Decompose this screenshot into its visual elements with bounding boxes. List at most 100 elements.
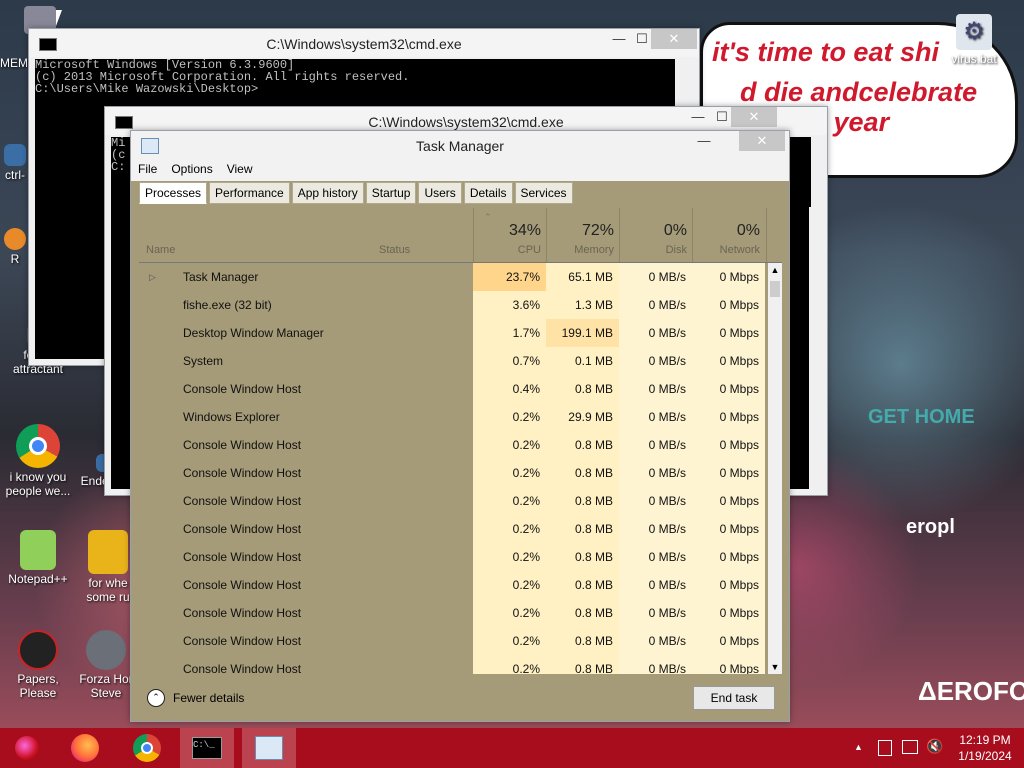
table-row[interactable]: Windows Explorer 0.2% 29.9 MB 0 MB/s 0 Mbps (139, 403, 771, 431)
tab-performance[interactable]: Performance (209, 182, 290, 204)
chrome-icon (133, 734, 161, 762)
expand-arrow-icon[interactable] (149, 627, 169, 655)
end-task-button[interactable]: End task (693, 686, 775, 710)
tab-details[interactable]: Details (463, 182, 513, 204)
task-manager-window[interactable]: Task Manager — ✕ File Options View Process… (130, 130, 790, 722)
table-row[interactable]: fishe.exe (32 bit) 3.6% 1.3 MB 0 MB/s 0 Mbps (139, 291, 771, 319)
table-row[interactable]: Console Window Host 0.2% 0.8 MB 0 MB/s 0 Mbp… (139, 543, 771, 571)
expand-arrow-icon[interactable] (149, 571, 169, 599)
scroll-down-icon[interactable]: ▼ (768, 660, 782, 674)
titlebar[interactable]: C:\Windows\system32\cmd.exe — ☐ ✕ (29, 29, 699, 57)
show-hidden-icons-icon[interactable]: ▲ (854, 742, 863, 752)
titlebar[interactable]: Task Manager — ✕ (131, 131, 789, 159)
column-status[interactable]: Status (371, 208, 473, 262)
expand-arrow-icon[interactable] (149, 375, 169, 403)
process-status (371, 319, 473, 347)
expand-arrow-icon[interactable] (149, 431, 169, 459)
scroll-up-icon[interactable]: ▲ (768, 263, 782, 277)
close-button[interactable]: ✕ (731, 107, 777, 127)
table-row[interactable]: Console Window Host 0.2% 0.8 MB 0 MB/s 0 Mbp… (139, 459, 771, 487)
taskbar-task-manager[interactable] (242, 728, 296, 768)
start-button[interactable] (0, 728, 54, 768)
table-row[interactable]: Console Window Host 0.2% 0.8 MB 0 MB/s 0 Mbp… (139, 571, 771, 599)
menu-options[interactable]: Options (164, 159, 219, 179)
expand-arrow-icon[interactable] (149, 599, 169, 627)
chevron-up-icon[interactable]: ⌃ (147, 689, 165, 707)
network-icon[interactable] (902, 740, 918, 754)
scrollbar[interactable] (809, 207, 823, 489)
column-disk[interactable]: 0% Disk (619, 208, 693, 262)
taskbar-firefox[interactable] (58, 728, 112, 768)
expand-arrow-icon[interactable]: ▷ (149, 263, 169, 291)
tab-processes[interactable]: Processes (139, 182, 208, 204)
desktop-icon-ctrl[interactable]: ctrl- (0, 144, 30, 182)
menu-file[interactable]: File (131, 159, 164, 179)
vertical-scrollbar[interactable]: ▲ ▼ (768, 263, 782, 674)
expand-arrow-icon[interactable] (149, 655, 169, 674)
volume-muted-icon[interactable]: 🔇 (926, 738, 943, 755)
minimize-button[interactable]: — (689, 131, 719, 151)
expand-arrow-icon[interactable] (149, 543, 169, 571)
process-memory: 0.8 MB (546, 487, 619, 515)
tab-startup[interactable]: Startup (365, 182, 417, 204)
taskbar-chrome[interactable] (120, 728, 174, 768)
table-row[interactable]: System 0.7% 0.1 MB 0 MB/s 0 Mbps (139, 347, 771, 375)
table-row[interactable]: ▷ Task Manager 23.7% 65.1 MB 0 MB/s 0 Mbps (139, 263, 771, 291)
table-row[interactable]: Console Window Host 0.2% 0.8 MB 0 MB/s 0 Mbp… (139, 599, 771, 627)
fewer-details-link[interactable]: Fewer details (173, 691, 244, 705)
table-row[interactable]: Desktop Window Manager 1.7% 199.1 MB 0 MB/s… (139, 319, 771, 347)
process-network: 0 Mbps (692, 347, 765, 375)
process-network: 0 Mbps (692, 543, 765, 571)
desktop-icon-r[interactable]: R (0, 228, 30, 266)
table-row[interactable]: Console Window Host 0.4% 0.8 MB 0 MB/s 0 Mbp… (139, 375, 771, 403)
table-row[interactable]: Console Window Host 0.2% 0.8 MB 0 MB/s 0 Mbp… (139, 487, 771, 515)
desktop-icon-label: for whe some ru (86, 576, 130, 604)
table-row[interactable]: Console Window Host 0.2% 0.8 MB 0 MB/s 0 Mbp… (139, 515, 771, 543)
expand-arrow-icon[interactable] (149, 459, 169, 487)
tab-app-history[interactable]: App history (291, 182, 364, 204)
close-button[interactable]: ✕ (651, 29, 697, 49)
desktop-icon-notepadpp[interactable]: Notepad++ (0, 530, 76, 586)
tab-users[interactable]: Users (418, 182, 462, 204)
expand-arrow-icon[interactable] (149, 347, 169, 375)
process-disk: 0 MB/s (619, 319, 692, 347)
desktop-icon-chrome[interactable]: i know you people we... (0, 424, 76, 498)
expand-arrow-icon[interactable] (149, 403, 169, 431)
process-disk: 0 MB/s (619, 403, 692, 431)
column-cpu[interactable]: ⌃ 34% CPU (473, 208, 547, 262)
menu-view[interactable]: View (220, 159, 260, 179)
clock[interactable]: 12:19 PM 1/19/2024 (954, 733, 1016, 763)
desktop-icon-mem[interactable]: MEM (0, 56, 30, 70)
process-status (371, 627, 473, 655)
notepadpp-icon (20, 530, 56, 570)
desktop-icon-virus-bat[interactable]: ⚙ virus.bat (944, 14, 1004, 66)
process-name: Task Manager (183, 270, 259, 284)
table-row[interactable]: Console Window Host 0.2% 0.8 MB 0 MB/s 0 Mbp… (139, 627, 771, 655)
action-center-icon[interactable] (878, 740, 892, 756)
expand-arrow-icon[interactable] (149, 319, 169, 347)
desktop-icon-papers-please[interactable]: Papers, Please (0, 630, 76, 700)
process-name: Console Window Host (183, 634, 302, 648)
expand-arrow-icon[interactable] (149, 515, 169, 543)
process-disk: 0 MB/s (619, 347, 692, 375)
column-network[interactable]: 0% Network (692, 208, 767, 262)
table-row[interactable]: Console Window Host 0.2% 0.8 MB 0 MB/s 0 Mbp… (139, 655, 771, 674)
scroll-thumb[interactable] (770, 281, 780, 297)
taskbar-cmd[interactable]: C:\_ (180, 728, 234, 768)
expand-arrow-icon[interactable] (149, 291, 169, 319)
process-disk: 0 MB/s (619, 571, 692, 599)
column-memory[interactable]: 72% Memory (546, 208, 620, 262)
table-row[interactable]: Console Window Host 0.2% 0.8 MB 0 MB/s 0 Mbp… (139, 431, 771, 459)
process-name: Console Window Host (183, 662, 302, 674)
process-cpu: 0.2% (473, 655, 546, 674)
process-status (371, 515, 473, 543)
desktop-icon-forwhe[interactable]: for whe some ru (80, 530, 136, 604)
desktop-icon-forza[interactable]: Forza Hor Steve (78, 630, 134, 700)
close-button[interactable]: ✕ (739, 131, 785, 151)
expand-arrow-icon[interactable] (149, 487, 169, 515)
process-status (371, 543, 473, 571)
column-name[interactable]: Name (139, 208, 369, 262)
tab-services[interactable]: Services (514, 182, 573, 204)
column-disk-label: Disk (665, 244, 687, 256)
desktop-icon-label: R (10, 252, 20, 266)
